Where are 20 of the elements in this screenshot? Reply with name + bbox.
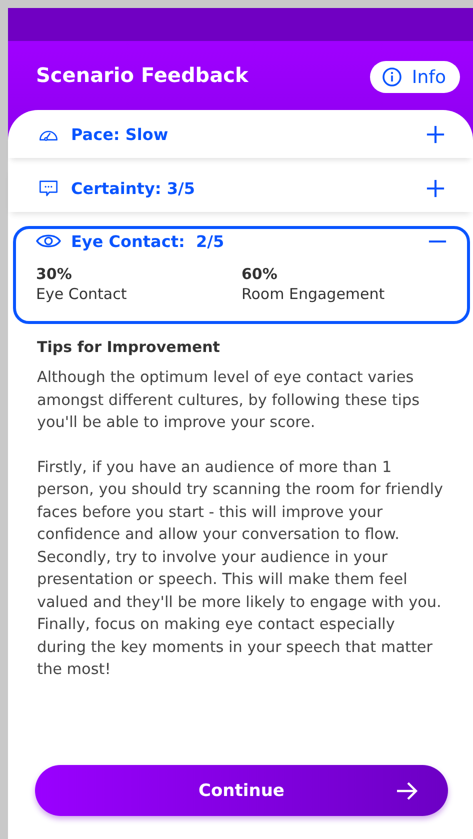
section-title: Eye Contact: 2/5 <box>71 232 226 250</box>
collapsed-row[interactable]: Pace: Slow <box>8 110 473 158</box>
tips-paragraph: Firstly, if you have an audience of more than 1 person, you should try scanning the room for friendly faces before you start - this will improve your confidence and allow your conversation to flow. Secondly, try to involve your audience in your presentation or speech. This will make them feel valued and they'll be more likely to engage with you. Finally, focus on making eye contact especially during the key moments in your speech that matter the most! <box>37 456 443 680</box>
stat-label: Room Engagement <box>242 285 386 303</box>
stat-value: 30% <box>36 265 73 283</box>
arrow-right-icon <box>396 782 418 800</box>
section-title: Certainty: 3/5 <box>71 178 196 198</box>
tips-paragraph: Although the optimum level of eye contact varies amongst different cultures, by following these tips you'll be able to improve your score. <box>37 367 421 433</box>
screen-title: Scenario Feedback <box>36 63 248 87</box>
plus-icon[interactable] <box>426 178 445 198</box>
continue-button[interactable]: Continue <box>35 765 448 816</box>
stat-label: Eye Contact <box>36 285 128 303</box>
expanded-card[interactable]: Eye Contact: 2/5 30% Eye Contact 60% Room Engagement <box>13 226 470 324</box>
stat-value: 60% <box>242 265 278 283</box>
plus-icon[interactable] <box>426 124 445 144</box>
info-button[interactable]: Info <box>370 61 460 93</box>
section-title: Pace: Slow <box>71 124 170 144</box>
tips-heading: Tips for Improvement <box>37 338 221 356</box>
info-icon <box>382 67 402 87</box>
collapsed-row[interactable]: Certainty: 3/5 <box>8 164 473 212</box>
